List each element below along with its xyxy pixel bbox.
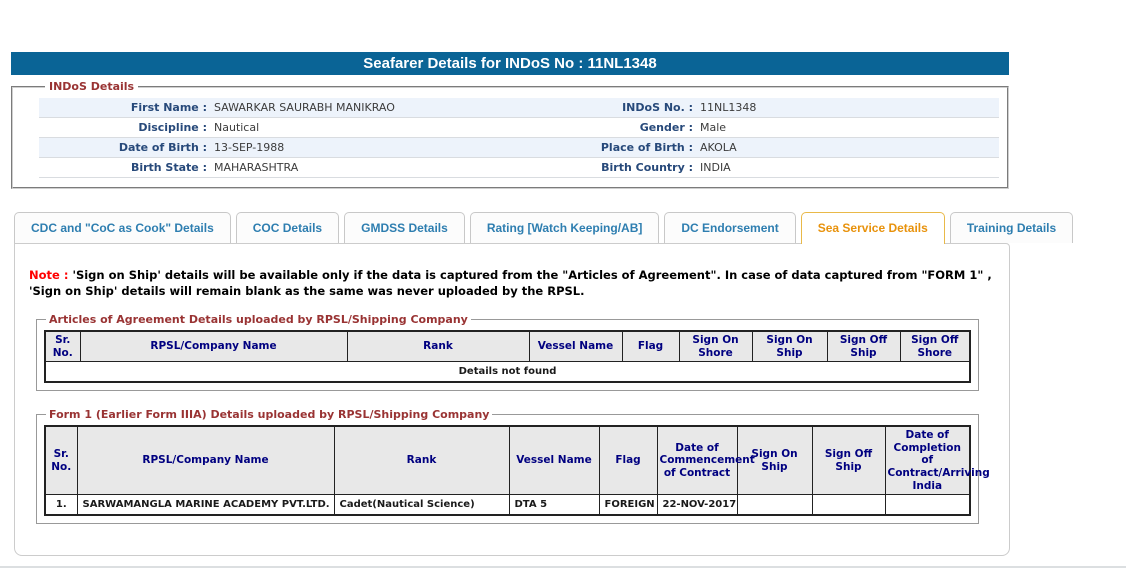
tabs-area: CDC and "CoC as Cook" Details COC Details…	[14, 212, 1074, 557]
column-header: Vessel Name	[528, 330, 623, 363]
field-label: Birth State :	[130, 161, 207, 174]
field-value: Male	[700, 121, 727, 134]
field-value: AKOLA	[700, 141, 737, 154]
column-header: Flag	[621, 330, 680, 363]
column-header: Vessel Name	[508, 425, 600, 496]
articles-of-agreement-fieldset: Articles of Agreement Details uploaded b…	[36, 313, 979, 392]
note-prefix: Note :	[29, 268, 73, 282]
field-label: First Name :	[130, 101, 207, 114]
indos-rows: First Name : SAWARKAR SAURABH MANIKRAO IND…	[39, 98, 999, 178]
field-value: SAWARKAR SAURABH MANIKRAO	[214, 101, 395, 114]
indos-row: First Name : SAWARKAR SAURABH MANIKRAO IND…	[39, 98, 999, 118]
column-header: Sign On Shore	[678, 330, 753, 363]
indos-row: Date of Birth : 13-SEP-1988 Place of Birth…	[39, 138, 999, 158]
tab-training-details[interactable]: Training Details	[949, 212, 1074, 243]
column-header: Sign Off Shore	[899, 330, 971, 363]
tab-rating-watch-keeping-ab[interactable]: Rating [Watch Keeping/AB]	[469, 212, 660, 243]
field-label: Date of Birth :	[118, 141, 207, 154]
tab-dc-endorsement[interactable]: DC Endorsement	[664, 212, 796, 243]
column-header: Date of Commencement of Contract	[656, 425, 755, 496]
table-header-row: Sr. No. RPSL/Company Name Rank Vessel Name F…	[44, 330, 971, 363]
indos-row: Birth State : MAHARASHTRA Birth Country : I…	[39, 158, 999, 178]
field-label: Discipline :	[138, 121, 207, 134]
note-body: 'Sign on Ship' details will be available…	[29, 268, 992, 298]
field-label: Birth Country :	[601, 161, 693, 174]
column-header: Sr. No.	[44, 425, 78, 496]
form1-details-table: Sr. No. RPSL/Company Name Rank Vessel Name F…	[44, 425, 990, 517]
column-header: RPSL/Company Name	[79, 330, 348, 363]
main-content: Seafarer Details for INDoS No : 11NL1348…	[11, 52, 1074, 557]
field-value: 11NL1348	[700, 101, 757, 114]
indos-row: Discipline : Nautical Gender : Male	[39, 118, 999, 138]
table-cell: 1.	[44, 494, 78, 516]
table-cell	[811, 494, 886, 516]
table-cell	[884, 494, 971, 516]
note-text: Note : 'Sign on Ship' details will be av…	[29, 268, 993, 299]
column-header: Sr. No.	[44, 330, 81, 363]
sea-service-details-panel: Note : 'Sign on Ship' details will be av…	[14, 243, 1010, 557]
field-value: Nautical	[214, 121, 260, 134]
column-header: Sign Off Ship	[811, 425, 886, 496]
tab-coc-details[interactable]: COC Details	[235, 212, 340, 243]
tab-sea-service-details[interactable]: Sea Service Details	[800, 212, 945, 244]
indos-details-fieldset: INDoS Details First Name : SAWARKAR SAURA…	[11, 80, 1009, 189]
column-header: Sign Off Ship	[826, 330, 901, 363]
tab-gmdss-details[interactable]: GMDSS Details	[344, 212, 465, 243]
field-value: INDIA	[700, 161, 731, 174]
form1-details-fieldset: Form 1 (Earlier Form IIIA) Details uploa…	[36, 408, 990, 525]
column-header: Date of Completion of Contract/Arriving …	[884, 425, 990, 496]
table-header-row: Sr. No. RPSL/Company Name Rank Vessel Name F…	[44, 425, 990, 496]
form1-details-legend: Form 1 (Earlier Form IIIA) Details uploa…	[49, 408, 490, 422]
column-header: Rank	[346, 330, 530, 363]
articles-of-agreement-legend: Articles of Agreement Details uploaded b…	[49, 313, 468, 327]
table-cell: DTA 5	[508, 494, 600, 516]
table-cell	[736, 494, 813, 516]
table-cell: Cadet(Nautical Science)	[333, 494, 510, 516]
field-label: Place of Birth :	[600, 141, 693, 154]
empty-message: Details not found	[44, 361, 971, 383]
tab-bar: CDC and "CoC as Cook" Details COC Details…	[14, 212, 1074, 244]
column-header: RPSL/Company Name	[76, 425, 335, 496]
column-header: Flag	[598, 425, 658, 496]
field-label: Gender :	[639, 121, 693, 134]
table-row: Details not found	[44, 361, 971, 383]
page-title-bar: Seafarer Details for INDoS No : 11NL1348	[11, 52, 1009, 75]
table-cell: 22-NOV-2017	[656, 494, 738, 516]
column-header: Rank	[333, 425, 510, 496]
page-title: Seafarer Details for INDoS No : 11NL1348	[363, 55, 657, 72]
indos-details-legend: INDoS Details	[49, 80, 135, 93]
field-label: INDoS No. :	[622, 101, 693, 114]
field-value: 13-SEP-1988	[214, 141, 285, 154]
column-header: Sign On Ship	[751, 330, 828, 363]
articles-of-agreement-table: Sr. No. RPSL/Company Name Rank Vessel Name F…	[44, 330, 971, 384]
table-cell: FOREIGN	[598, 494, 658, 516]
table-cell: SARWAMANGLA MARINE ACADEMY PVT.LTD.	[76, 494, 335, 516]
tab-cdc-and-coc-as-cook-details[interactable]: CDC and "CoC as Cook" Details	[14, 212, 231, 243]
field-value: MAHARASHTRA	[214, 161, 299, 174]
table-row: 1. SARWAMANGLA MARINE ACADEMY PVT.LTD. Cad…	[44, 494, 971, 516]
